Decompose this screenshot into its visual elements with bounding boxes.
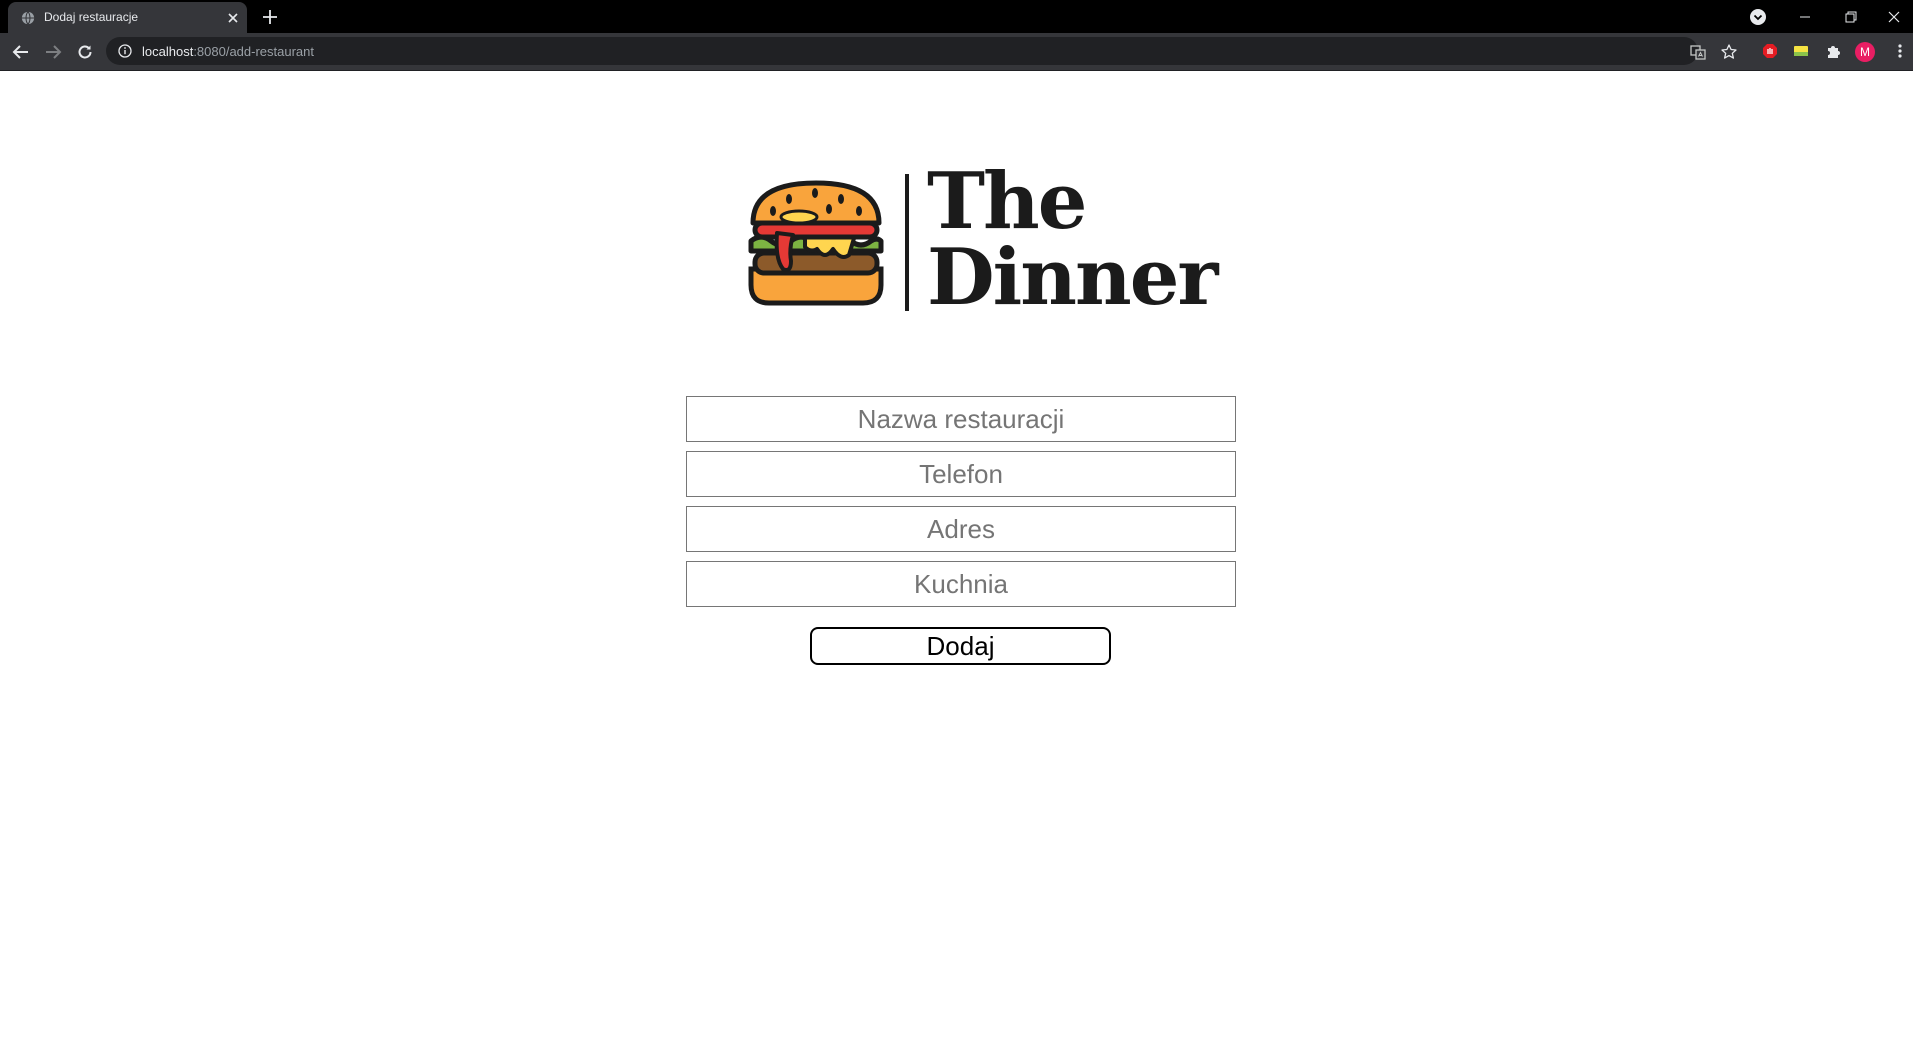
- info-icon[interactable]: [118, 44, 132, 58]
- tab-search-icon[interactable]: [1748, 7, 1768, 27]
- burger-icon: [748, 180, 884, 306]
- arrow-right-icon: [46, 45, 62, 59]
- cuisine-input[interactable]: [686, 561, 1236, 607]
- restore-button[interactable]: [1828, 0, 1874, 33]
- address-input[interactable]: [686, 506, 1236, 552]
- back-button[interactable]: [10, 41, 32, 63]
- url-path: :8080/add-restaurant: [193, 44, 315, 59]
- profile-avatar[interactable]: M: [1855, 42, 1875, 62]
- extension-notes[interactable]: [1791, 41, 1811, 61]
- logo-line-1: The: [927, 156, 1087, 247]
- stop-hand-icon: [1763, 44, 1777, 58]
- close-window-button[interactable]: [1874, 0, 1913, 33]
- new-tab-icon[interactable]: [260, 7, 280, 27]
- browser-tab[interactable]: Dodaj restauracje: [8, 2, 247, 33]
- restaurant-name-input[interactable]: [686, 396, 1236, 442]
- address-bar[interactable]: localhost:8080/add-restaurant: [106, 37, 1737, 65]
- browser-menu-button[interactable]: [1890, 41, 1910, 61]
- reload-button[interactable]: [74, 41, 96, 63]
- toolbar-divider: [0, 70, 1913, 71]
- puzzle-icon: [1828, 46, 1840, 58]
- url-host: localhost: [142, 44, 194, 59]
- arrow-left-icon: [12, 45, 28, 59]
- extensions-button[interactable]: [1823, 41, 1843, 61]
- logo-divider: [905, 174, 909, 311]
- logo-line-2: Dinner: [927, 232, 1218, 323]
- tab-title: Dodaj restauracje: [44, 10, 139, 24]
- logo-wordmark: The Dinner: [927, 156, 1218, 323]
- close-icon: [1888, 11, 1899, 22]
- site-logo: The Dinner: [745, 163, 1218, 317]
- globe-icon: [21, 11, 35, 25]
- minimize-button[interactable]: [1782, 0, 1828, 33]
- close-icon[interactable]: [224, 9, 242, 27]
- more-vertical-icon: [1898, 44, 1902, 58]
- url-text[interactable]: localhost:8080/add-restaurant: [142, 44, 314, 59]
- browser-titlebar: Dodaj restauracje: [0, 0, 1913, 33]
- phone-input[interactable]: [686, 451, 1236, 497]
- note-icon: [1794, 46, 1808, 56]
- minimize-icon: [1800, 16, 1810, 17]
- reload-icon: [78, 45, 92, 59]
- star-icon[interactable]: [1720, 43, 1738, 61]
- extension-adblock[interactable]: [1760, 41, 1780, 61]
- browser-toolbar: localhost:8080/add-restaurant M: [0, 33, 1913, 70]
- add-restaurant-form: Dodaj: [686, 396, 1236, 665]
- restore-icon: [1845, 11, 1857, 22]
- translate-icon[interactable]: [1689, 43, 1707, 61]
- forward-button[interactable]: [42, 41, 64, 63]
- add-button[interactable]: Dodaj: [810, 627, 1111, 665]
